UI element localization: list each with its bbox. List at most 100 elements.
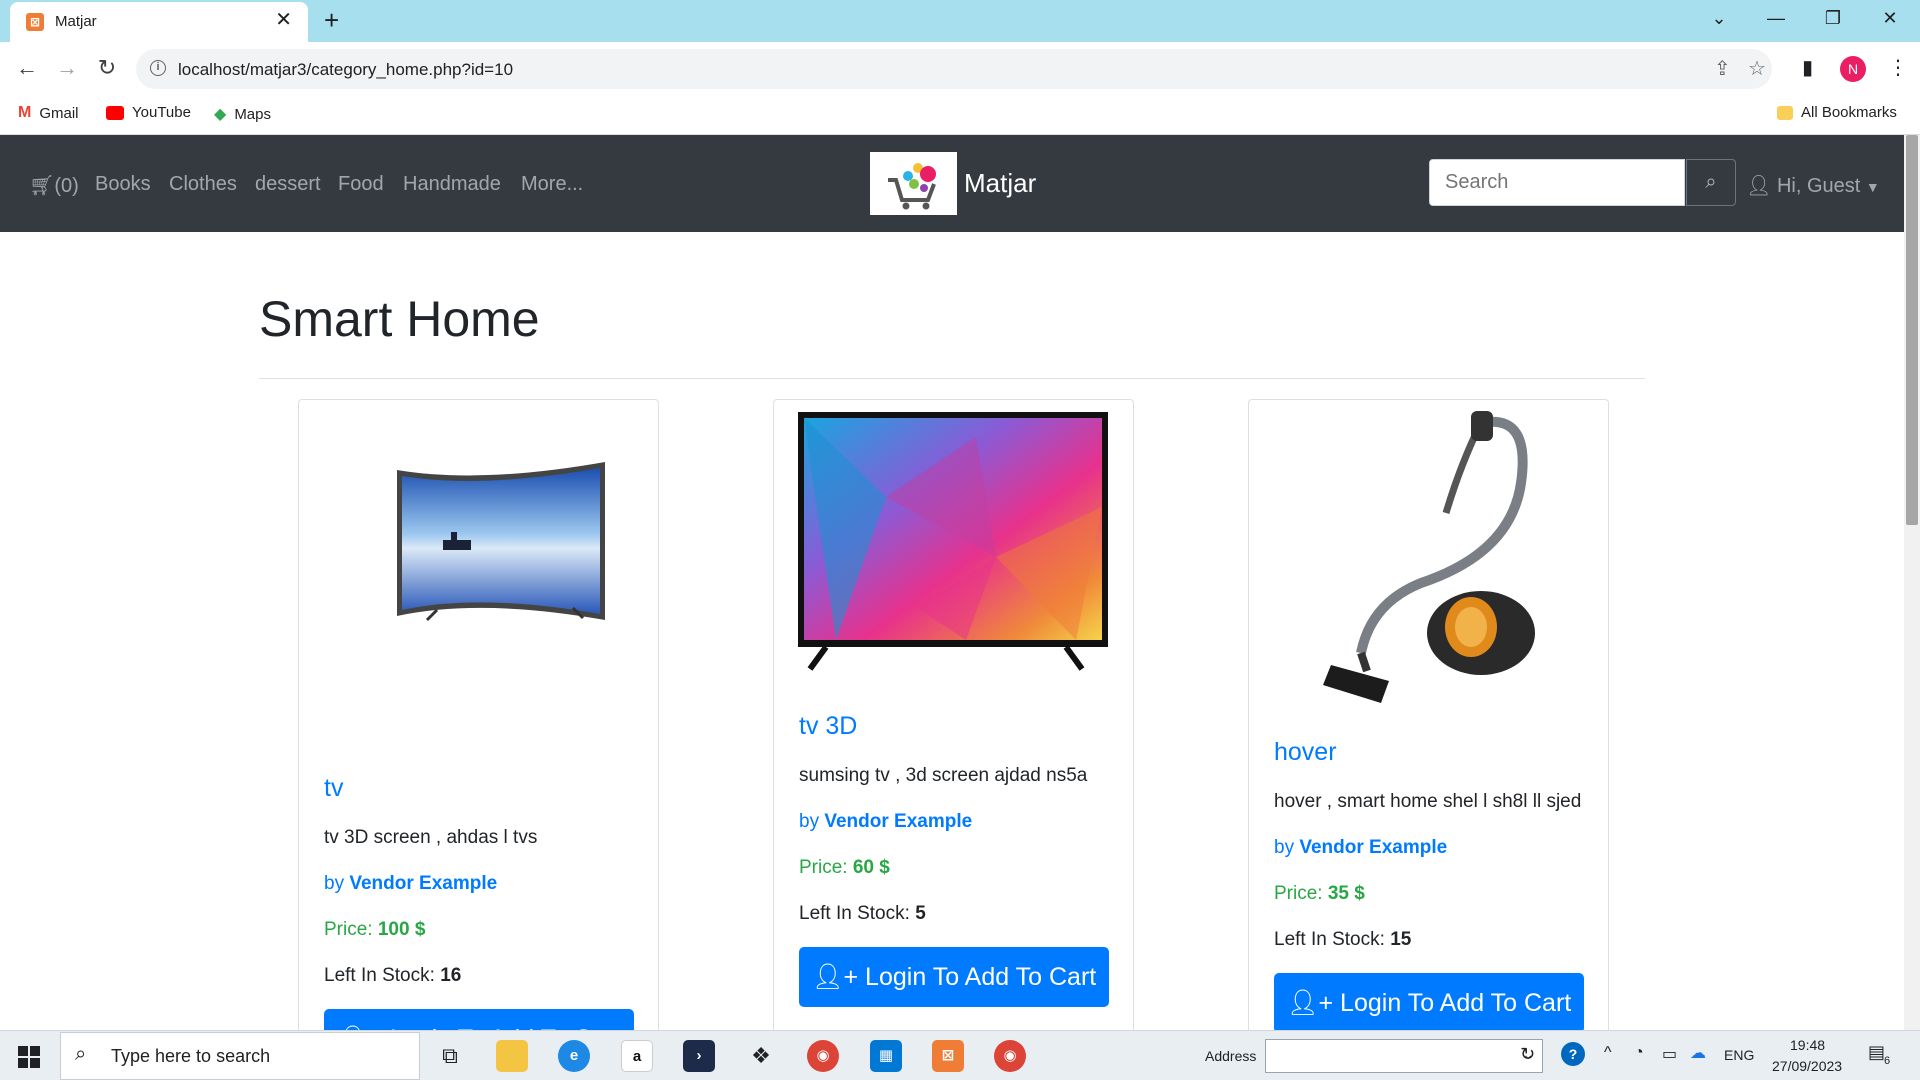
nav-link-more[interactable]: More...	[521, 173, 583, 196]
search-icon: ⌕	[75, 1043, 87, 1065]
vendor-link[interactable]: Vendor Example	[349, 873, 497, 894]
curved-tv-image	[397, 462, 605, 622]
nav-link-handmade[interactable]: Handmade	[403, 173, 501, 196]
search-icon: ⌕	[1705, 171, 1717, 193]
all-bookmarks[interactable]: All Bookmarks	[1777, 104, 1897, 121]
nav-link-dessert[interactable]: dessert	[255, 173, 321, 196]
browser-tab[interactable]: ⊠ Matjar ✕	[10, 2, 308, 42]
file-explorer-icon[interactable]	[496, 1040, 528, 1072]
tray-chevron-up-icon[interactable]: ^	[1604, 1044, 1612, 1062]
product-card: tv 3D sumsing tv , 3d screen ajdad ns5a …	[773, 399, 1134, 1039]
title-divider	[259, 378, 1645, 379]
refresh-icon[interactable]: ↻	[1520, 1044, 1535, 1065]
product-image[interactable]	[321, 462, 637, 622]
brand-name[interactable]: Matjar	[964, 168, 1036, 199]
tab-title: Matjar	[55, 13, 97, 30]
nav-link-books[interactable]: Books	[95, 173, 151, 196]
site-info-icon[interactable]: i	[150, 60, 166, 76]
browser-menu-icon[interactable]: ⋮	[1888, 54, 1908, 82]
chrome-icon[interactable]: ◉	[807, 1040, 839, 1072]
bookmark-maps[interactable]: ◆ Maps	[214, 104, 271, 124]
dropbox-icon[interactable]: ❖	[745, 1040, 777, 1072]
microsoft-store-icon[interactable]: ▦	[870, 1040, 902, 1072]
search-button[interactable]: ⌕	[1686, 159, 1736, 206]
address-toolbar-input[interactable]: ⌄	[1265, 1039, 1543, 1073]
nav-link-clothes[interactable]: Clothes	[169, 173, 237, 196]
scrollbar-thumb[interactable]	[1906, 135, 1918, 525]
profile-avatar[interactable]: N	[1840, 56, 1866, 82]
vendor-link[interactable]: Vendor Example	[1299, 837, 1447, 858]
chrome-profile-icon[interactable]: ◉	[994, 1040, 1026, 1072]
caret-down-icon: ▼	[1865, 179, 1880, 195]
xampp-favicon-icon: ⊠	[26, 13, 44, 31]
window-close-icon[interactable]: ✕	[1875, 8, 1905, 28]
battery-icon[interactable]: ▭	[1662, 1044, 1677, 1064]
help-icon[interactable]: ?	[1561, 1042, 1585, 1066]
page-scrollbar[interactable]	[1904, 135, 1920, 1030]
product-card: tv tv 3D screen , ahdas l tvs by Vendor …	[298, 399, 659, 1039]
taskbar-search-box[interactable]: ⌕ Type here to search	[60, 1032, 420, 1080]
address-bar[interactable]: i localhost/matjar3/category_home.php?id…	[136, 49, 1772, 89]
product-name-link[interactable]: tv 3D	[799, 712, 1111, 741]
cart-link[interactable]: 🛒︎(0)	[29, 173, 79, 198]
tab-close-icon[interactable]: ✕	[275, 10, 292, 30]
vendor-line: by Vendor Example	[799, 811, 1111, 833]
by-prefix: by	[1274, 837, 1295, 858]
clock-time[interactable]: 19:48	[1790, 1037, 1825, 1053]
clock-date[interactable]: 27/09/2023	[1772, 1058, 1842, 1074]
product-name-link[interactable]: tv	[324, 774, 636, 803]
bookmark-label: YouTube	[132, 104, 191, 121]
price-value: 35 $	[1327, 883, 1365, 904]
wifi-icon[interactable]: ◔	[1634, 1044, 1644, 1062]
xampp-icon[interactable]: ⊠	[932, 1040, 964, 1072]
language-indicator[interactable]: ENG	[1724, 1047, 1754, 1063]
vacuum-cleaner-image	[1323, 411, 1535, 703]
windows-start-icon[interactable]	[18, 1046, 40, 1068]
url-text[interactable]: localhost/matjar3/category_home.php?id=1…	[178, 60, 513, 80]
stock-label: Left In Stock:	[324, 965, 435, 986]
task-view-icon[interactable]: ⧉	[434, 1040, 466, 1072]
minimize-icon[interactable]: —	[1761, 8, 1791, 28]
user-greeting: Hi, Guest	[1776, 175, 1861, 197]
restore-icon[interactable]: ❐	[1818, 8, 1848, 28]
login-to-add-to-cart-button[interactable]: 👤︎+ Login To Add To Cart	[799, 947, 1109, 1007]
visual-studio-icon[interactable]: ›	[683, 1040, 715, 1072]
tab-search-chevron-icon[interactable]: ⌄	[1704, 8, 1734, 28]
login-to-add-to-cart-button[interactable]: 👤︎+ Login To Add To Cart	[1274, 973, 1584, 1033]
bookmark-star-icon[interactable]: ☆	[1748, 57, 1766, 81]
product-image[interactable]	[1271, 403, 1587, 709]
product-name-link[interactable]: hover	[1274, 738, 1586, 767]
side-panel-icon[interactable]: ▮	[1802, 54, 1813, 82]
nav-link-food[interactable]: Food	[338, 173, 384, 196]
product-image[interactable]	[796, 407, 1112, 687]
bookmark-label: Gmail	[39, 104, 79, 122]
forward-icon[interactable]: →	[52, 54, 82, 82]
vendor-link[interactable]: Vendor Example	[824, 811, 972, 832]
back-icon[interactable]: ←	[12, 54, 42, 82]
price-line: Price: 100 $	[324, 919, 636, 941]
vendor-line: by Vendor Example	[324, 873, 636, 895]
browser-toolbar: ← → ↻ i localhost/matjar3/category_home.…	[0, 42, 1920, 96]
share-icon[interactable]: ⇪	[1714, 57, 1731, 81]
bookmark-gmail[interactable]: M Gmail	[18, 104, 79, 122]
reload-icon[interactable]: ↻	[92, 54, 122, 82]
notification-count: 6	[1884, 1055, 1891, 1067]
stock-label: Left In Stock:	[1274, 929, 1385, 950]
bookmark-label: Maps	[234, 105, 271, 123]
brand-logo[interactable]	[870, 152, 957, 215]
edge-icon[interactable]: e	[558, 1040, 590, 1072]
search-input[interactable]	[1429, 159, 1685, 206]
stock-line: Left In Stock: 16	[324, 965, 636, 987]
notifications-icon[interactable]: ▤	[1868, 1042, 1885, 1063]
windows-taskbar: ⌕ Type here to search ⧉ e a › ❖ ◉ ▦ ⊠ ◉ …	[0, 1030, 1920, 1080]
user-dropdown[interactable]: 👤︎ Hi, Guest ▼	[1746, 173, 1880, 198]
vendor-line: by Vendor Example	[1274, 837, 1586, 859]
price-line: Price: 35 $	[1274, 883, 1586, 905]
bookmark-youtube[interactable]: YouTube	[106, 104, 191, 121]
taskbar-search-placeholder: Type here to search	[111, 1046, 271, 1066]
new-tab-icon[interactable]: +	[324, 6, 339, 34]
onedrive-icon[interactable]: ☁	[1690, 1043, 1706, 1063]
shopping-cart-logo-icon	[888, 163, 936, 210]
amazon-icon[interactable]: a	[621, 1040, 653, 1072]
product-description: hover , smart home shel l sh8l ll sjed	[1274, 791, 1582, 812]
